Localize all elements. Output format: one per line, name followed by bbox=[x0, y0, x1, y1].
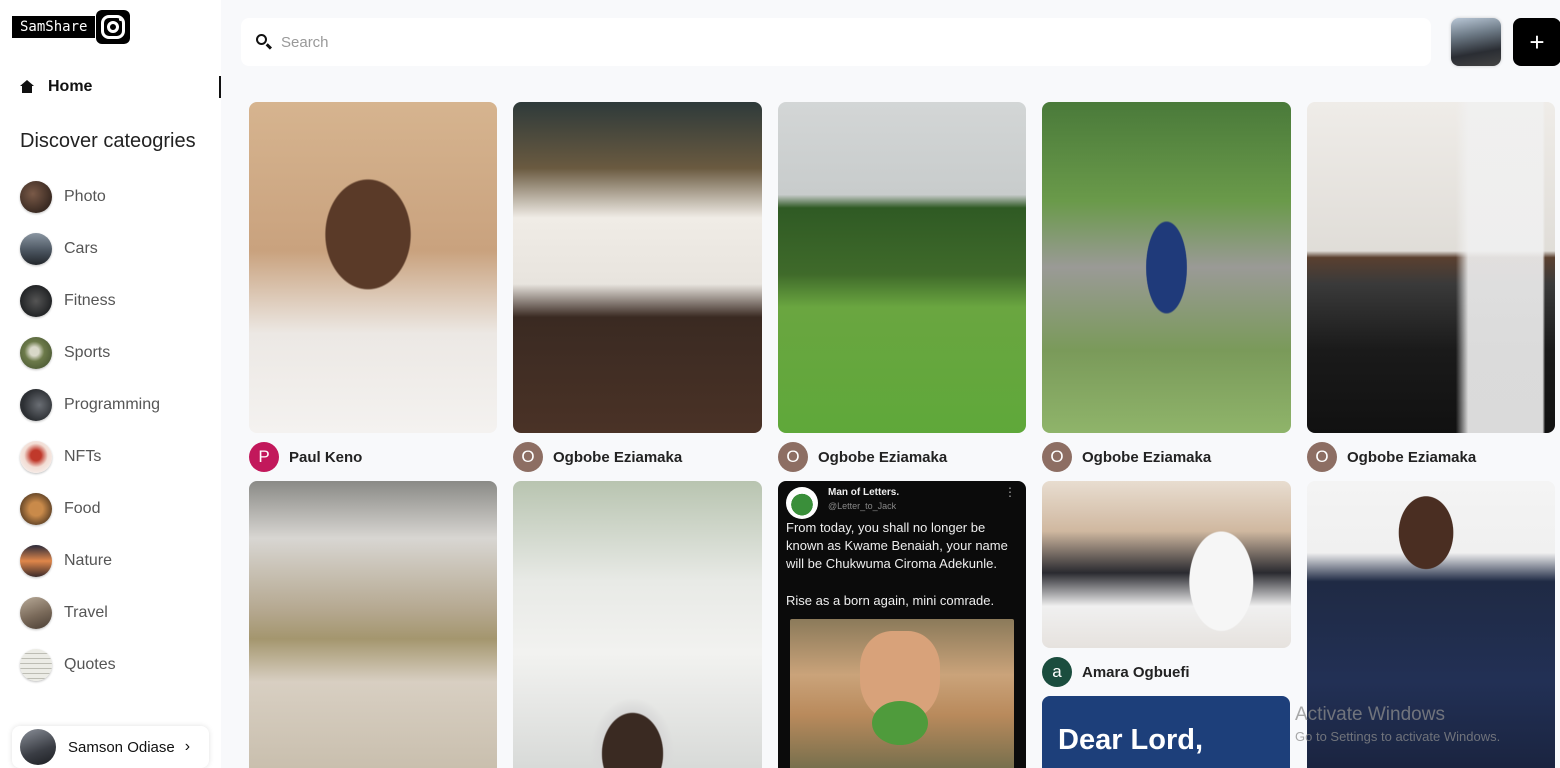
search-bar[interactable] bbox=[241, 18, 1431, 66]
category-programming-thumb bbox=[20, 389, 52, 421]
author-name: Ogbobe Eziamaka bbox=[1347, 448, 1477, 466]
pin-image[interactable] bbox=[249, 481, 497, 768]
category-nature-thumb bbox=[20, 545, 52, 577]
more-icon: ⋮ bbox=[1004, 485, 1016, 499]
search-icon bbox=[255, 33, 273, 51]
category-travel-thumb bbox=[20, 597, 52, 629]
category-travel[interactable]: Travel bbox=[20, 587, 160, 639]
quote-text: Dear Lord, bbox=[1058, 724, 1204, 756]
logo-text: SamShare bbox=[12, 16, 96, 38]
category-nfts[interactable]: NFTs bbox=[20, 431, 160, 483]
home-icon bbox=[20, 80, 34, 94]
pin-image[interactable] bbox=[513, 102, 762, 433]
avatar: O bbox=[513, 442, 543, 472]
pin-author[interactable]: P Paul Keno bbox=[249, 442, 362, 472]
pin-image[interactable] bbox=[778, 102, 1026, 433]
sidebar: SamShare Home Discover cateogries Photo … bbox=[0, 0, 221, 768]
category-sports[interactable]: Sports bbox=[20, 327, 160, 379]
camera-icon bbox=[96, 10, 131, 44]
category-label: Nature bbox=[64, 552, 113, 569]
avatar: O bbox=[778, 442, 808, 472]
pin-image[interactable] bbox=[1042, 102, 1291, 433]
category-quotes-thumb bbox=[20, 649, 52, 681]
category-label: Sports bbox=[64, 344, 111, 361]
category-label: Photo bbox=[64, 188, 106, 205]
category-label: Cars bbox=[64, 240, 98, 257]
avatar: O bbox=[1307, 442, 1337, 472]
tweet-text: From today, you shall no longer be known… bbox=[786, 520, 1008, 571]
search-input[interactable] bbox=[281, 33, 1381, 51]
user-profile-card[interactable]: Samson Odiase › bbox=[12, 726, 209, 768]
category-label: NFTs bbox=[64, 448, 102, 465]
category-quotes[interactable]: Quotes bbox=[20, 639, 160, 691]
author-name: Amara Ogbuefi bbox=[1082, 663, 1190, 681]
category-label: Programming bbox=[64, 396, 161, 413]
category-food-thumb bbox=[20, 493, 52, 525]
category-label: Quotes bbox=[64, 656, 116, 673]
category-label: Fitness bbox=[64, 292, 116, 309]
profile-avatar-button[interactable] bbox=[1451, 18, 1501, 66]
category-photo-thumb bbox=[20, 181, 52, 213]
category-label: Travel bbox=[64, 604, 108, 621]
pin-image[interactable] bbox=[513, 481, 762, 768]
pin-author[interactable]: a Amara Ogbuefi bbox=[1042, 657, 1190, 687]
nav-home-label: Home bbox=[48, 78, 93, 95]
category-programming[interactable]: Programming bbox=[20, 379, 160, 431]
category-list: Photo Cars Fitness Sports Programming NF… bbox=[20, 171, 160, 691]
category-fitness-thumb bbox=[20, 285, 52, 317]
tweet-author-name: Man of Letters. bbox=[828, 487, 900, 498]
nav-home[interactable]: Home bbox=[20, 76, 221, 98]
pin-author[interactable]: O Ogbobe Eziamaka bbox=[1307, 442, 1476, 472]
pin-author[interactable]: O Ogbobe Eziamaka bbox=[1042, 442, 1211, 472]
category-nature[interactable]: Nature bbox=[20, 535, 160, 587]
user-name: Samson Odiase bbox=[68, 738, 175, 756]
avatar: O bbox=[1042, 442, 1072, 472]
author-name: Ogbobe Eziamaka bbox=[818, 448, 948, 466]
watermark-subtitle: Go to Settings to activate Windows. bbox=[1295, 729, 1501, 744]
watermark-title: Activate Windows bbox=[1295, 704, 1445, 725]
activation-watermark: Activate Windows Go to Settings to activ… bbox=[1295, 704, 1500, 744]
category-photo[interactable]: Photo bbox=[20, 171, 160, 223]
author-name: Paul Keno bbox=[289, 448, 363, 466]
pin-author[interactable]: O Ogbobe Eziamaka bbox=[778, 442, 947, 472]
avatar bbox=[20, 729, 56, 765]
tweet-image bbox=[790, 619, 1014, 768]
tweet-text-2: Rise as a born again, mini comrade. bbox=[786, 593, 995, 608]
pin-image[interactable] bbox=[1042, 481, 1291, 648]
category-fitness[interactable]: Fitness bbox=[20, 275, 160, 327]
avatar: P bbox=[249, 442, 279, 472]
quote-pin[interactable]: Dear Lord, bbox=[1042, 696, 1290, 768]
tweet-handle: @Letter_to_Jack bbox=[828, 501, 897, 511]
category-sports-thumb bbox=[20, 337, 52, 369]
avatar bbox=[786, 487, 818, 519]
avatar: a bbox=[1042, 657, 1072, 687]
logo[interactable]: SamShare bbox=[12, 10, 131, 44]
category-food[interactable]: Food bbox=[20, 483, 160, 535]
category-cars-thumb bbox=[20, 233, 52, 265]
category-cars[interactable]: Cars bbox=[20, 223, 160, 275]
chevron-right-icon: › bbox=[184, 738, 191, 755]
discover-title: Discover cateogries bbox=[20, 130, 196, 152]
author-name: Ogbobe Eziamaka bbox=[553, 448, 683, 466]
pin-image[interactable] bbox=[249, 102, 497, 433]
tweet-pin[interactable]: Man of Letters. @Letter_to_Jack ⋮ From t… bbox=[778, 481, 1026, 768]
category-label: Food bbox=[64, 500, 101, 517]
create-pin-button[interactable]: + bbox=[1513, 18, 1560, 66]
pin-author[interactable]: O Ogbobe Eziamaka bbox=[513, 442, 682, 472]
category-nfts-thumb bbox=[20, 441, 52, 473]
pin-image[interactable] bbox=[1307, 102, 1555, 433]
author-name: Ogbobe Eziamaka bbox=[1082, 448, 1212, 466]
